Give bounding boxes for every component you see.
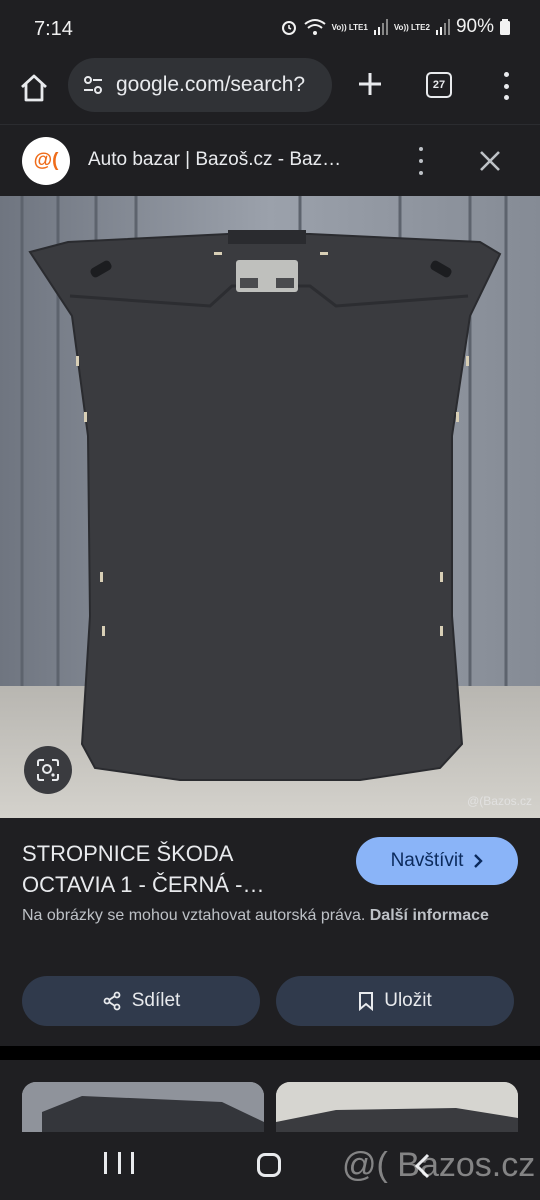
- browser-menu-button[interactable]: [494, 68, 518, 104]
- home-icon: [21, 74, 47, 102]
- recent-apps-icon: [104, 1152, 107, 1174]
- battery-icon: [500, 19, 510, 35]
- recent-apps-button[interactable]: [104, 1152, 134, 1180]
- share-label: Sdílet: [131, 990, 181, 1011]
- wifi-icon: [304, 19, 326, 35]
- status-icons: Vo)) LTE1 Vo)) LTE2 90%: [280, 16, 510, 38]
- copyright-text: Na obrázky se mohou vztahovat autorská p…: [22, 907, 366, 924]
- image-watermark: @(Bazos.cz: [467, 794, 532, 808]
- share-icon: [103, 991, 121, 1011]
- site-logo[interactable]: @(: [22, 137, 70, 185]
- product-title[interactable]: STROPNICE ŠKODA OCTAVIA 1 - ČERNÁ -…: [22, 838, 322, 900]
- alarm-icon: [281, 21, 296, 35]
- visit-button[interactable]: Navštívit: [356, 837, 518, 885]
- related-images: [0, 1046, 540, 1162]
- headliner-photo: [0, 196, 540, 818]
- image-info-panel: STROPNICE ŠKODA OCTAVIA 1 - ČERNÁ -… Nav…: [0, 818, 540, 1046]
- google-lens-button[interactable]: [24, 746, 72, 794]
- browser-toolbar: google.com/search? 27: [0, 58, 540, 124]
- system-nav-bar: @( Bazos.cz: [0, 1132, 540, 1200]
- lte2-indicator: Vo)) LTE2: [393, 22, 430, 32]
- copyright-notice: Na obrázky se mohou vztahovat autorská p…: [22, 904, 512, 928]
- more-info-link[interactable]: Další informace: [370, 907, 489, 924]
- image-result-header: @( Auto bazar | Bazoš.cz - Baz…: [0, 124, 540, 196]
- address-bar[interactable]: google.com/search?: [68, 58, 332, 112]
- status-time: 7:14: [34, 18, 73, 40]
- plus-icon: [359, 73, 381, 95]
- visit-label: Navštívit: [390, 850, 464, 871]
- signal-icon: [373, 19, 388, 35]
- new-tab-button[interactable]: [352, 66, 388, 102]
- more-options-button[interactable]: [410, 147, 432, 175]
- save-label: Uložit: [384, 990, 432, 1011]
- preview-image[interactable]: @(Bazos.cz: [0, 196, 540, 818]
- site-settings-icon: [84, 76, 102, 94]
- bookmark-icon: [359, 992, 374, 1011]
- lens-icon: [37, 759, 59, 781]
- tab-switcher-button[interactable]: 27: [426, 72, 452, 98]
- url-text: google.com/search?: [116, 73, 306, 96]
- bottom-watermark: @( Bazos.cz: [342, 1146, 536, 1184]
- close-button[interactable]: [476, 143, 504, 179]
- more-vert-icon: [419, 147, 423, 151]
- status-bar: 7:14 Vo)) LTE1 Vo)) LTE2 90%: [0, 0, 540, 58]
- chevron-right-icon: [474, 854, 484, 868]
- site-title[interactable]: Auto bazar | Bazoš.cz - Baz…: [88, 149, 388, 171]
- close-icon: [480, 151, 500, 171]
- home-nav-button[interactable]: [257, 1153, 281, 1177]
- more-vert-icon: [503, 72, 509, 77]
- lte1-indicator: Vo)) LTE1: [331, 22, 368, 32]
- save-button[interactable]: Uložit: [276, 976, 514, 1026]
- signal-icon: [435, 19, 450, 35]
- share-button[interactable]: Sdílet: [22, 976, 260, 1026]
- home-button[interactable]: [16, 70, 52, 106]
- battery-level: 90%: [455, 16, 494, 37]
